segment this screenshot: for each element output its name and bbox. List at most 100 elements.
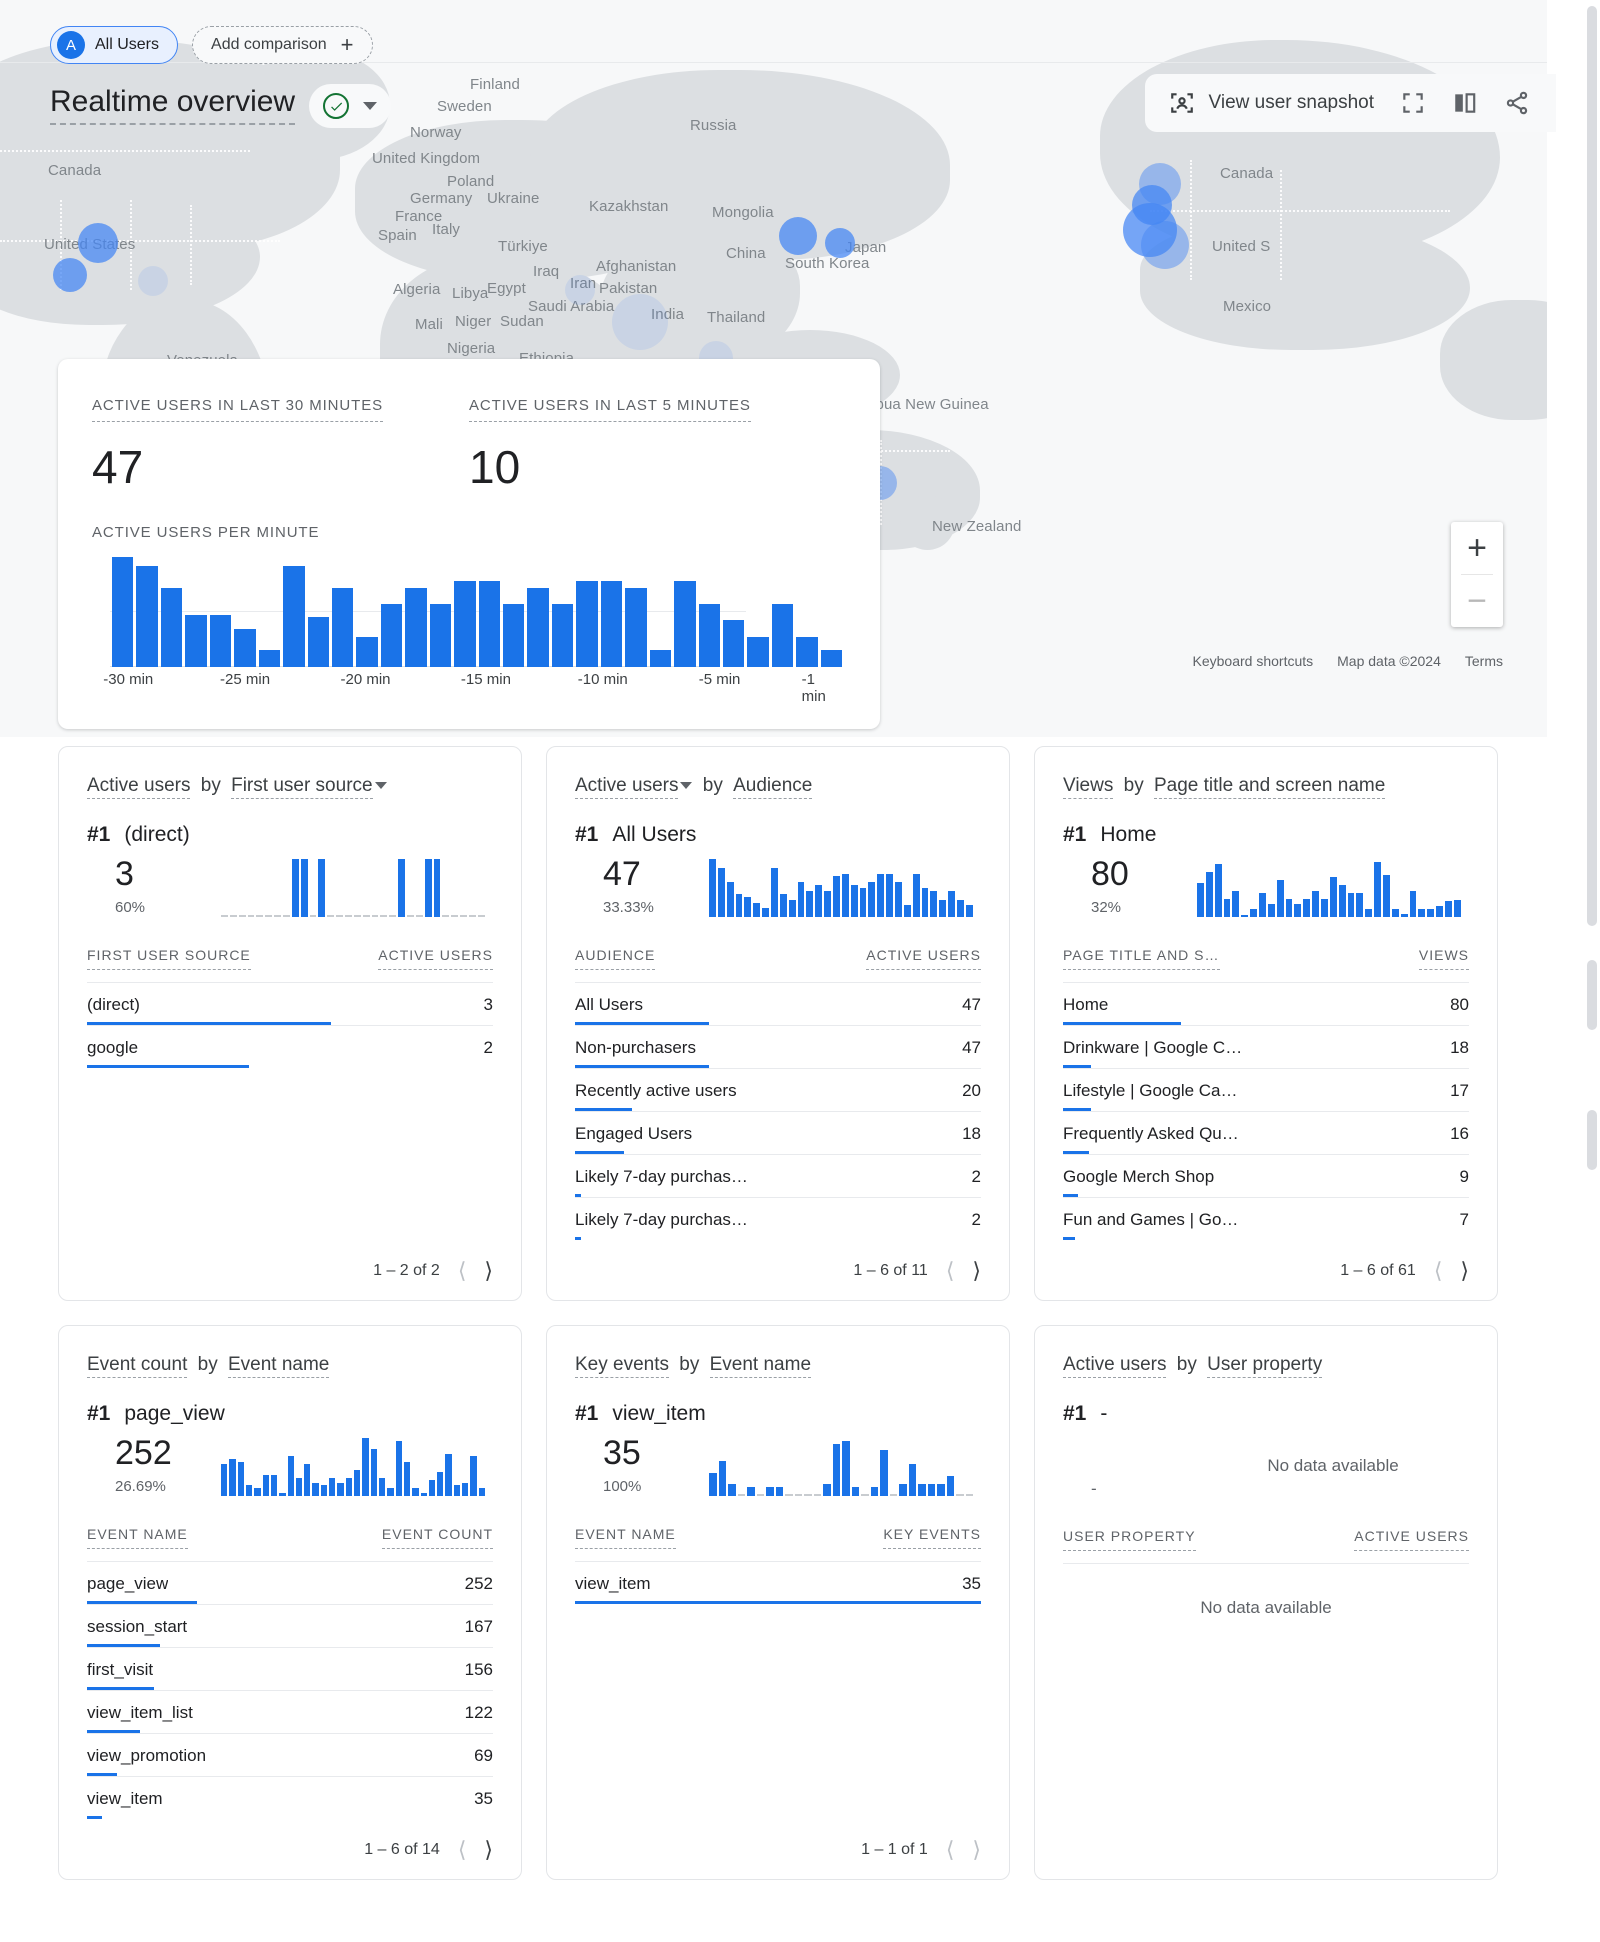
- card-dimension-selector[interactable]: User property: [1207, 1354, 1322, 1378]
- card-column-header-left[interactable]: EVENT NAME: [575, 1526, 676, 1549]
- page-scrollbar[interactable]: [1584, 0, 1600, 1942]
- table-row-bar-fill: [87, 1816, 102, 1819]
- card-column-header-left[interactable]: FIRST USER SOURCE: [87, 947, 251, 970]
- terms-link[interactable]: Terms: [1465, 653, 1503, 669]
- card-column-header-right[interactable]: ACTIVE USERS: [378, 947, 493, 970]
- card-metric-selector[interactable]: Active users: [87, 775, 190, 799]
- card-column-header-right[interactable]: ACTIVE USERS: [866, 947, 981, 970]
- table-row[interactable]: Home80: [1063, 982, 1469, 1025]
- compare-split-icon[interactable]: [1452, 90, 1478, 116]
- table-row[interactable]: Recently active users20: [575, 1068, 981, 1111]
- card-column-header-left[interactable]: USER PROPERTY: [1063, 1528, 1196, 1551]
- pagination-next-button[interactable]: ⟩: [1460, 1260, 1469, 1282]
- table-row-bar-track: [575, 1601, 981, 1604]
- table-row[interactable]: google2: [87, 1025, 493, 1068]
- pagination-next-button[interactable]: ⟩: [484, 1260, 493, 1282]
- table-row-label: google: [87, 1038, 138, 1058]
- map-label-mongolia: Mongolia: [712, 204, 774, 221]
- view-user-snapshot-button[interactable]: View user snapshot: [1169, 90, 1374, 116]
- sparkline-bar: [470, 1456, 476, 1496]
- table-row[interactable]: first_visit156: [87, 1647, 493, 1690]
- scrollbar-thumb-main[interactable]: [1587, 6, 1597, 926]
- pagination-next-button[interactable]: ⟩: [972, 1260, 981, 1282]
- table-row[interactable]: view_item35: [87, 1776, 493, 1819]
- card-metric-selector[interactable]: Active users: [1063, 1354, 1166, 1378]
- table-row[interactable]: Fun and Games | Go…7: [1063, 1197, 1469, 1240]
- pagination-prev-button[interactable]: ⟨: [458, 1260, 467, 1282]
- map-label-new-zealand: New Zealand: [932, 518, 1021, 535]
- table-row[interactable]: session_start167: [87, 1604, 493, 1647]
- chevron-down-icon[interactable]: [680, 782, 692, 789]
- sparkline-bar: [1454, 900, 1461, 917]
- card-dimension-selector[interactable]: Audience: [733, 775, 812, 799]
- card-metric-selector[interactable]: Event count: [87, 1354, 187, 1378]
- map-zoom-controls[interactable]: + −: [1451, 522, 1503, 627]
- keyboard-shortcuts-link[interactable]: Keyboard shortcuts: [1193, 653, 1314, 669]
- pagination-next-button[interactable]: ⟩: [484, 1839, 493, 1861]
- realtime-status-pill[interactable]: [309, 84, 391, 128]
- table-row[interactable]: Frequently Asked Qu…16: [1063, 1111, 1469, 1154]
- pagination-prev-button[interactable]: ⟨: [946, 1260, 955, 1282]
- card-metric-selector[interactable]: Key events: [575, 1354, 669, 1378]
- card-sparkline: [1197, 857, 1461, 917]
- table-row-label: (direct): [87, 995, 140, 1015]
- card-column-header-left[interactable]: PAGE TITLE AND S…: [1063, 947, 1220, 970]
- share-icon[interactable]: [1504, 90, 1530, 116]
- card-metric-selector[interactable]: Active users: [575, 775, 678, 799]
- table-row[interactable]: Google Merch Shop9: [1063, 1154, 1469, 1197]
- table-row[interactable]: Non-purchasers47: [575, 1025, 981, 1068]
- table-row[interactable]: view_item35: [575, 1561, 981, 1604]
- table-row-label: Fun and Games | Go…: [1063, 1210, 1238, 1230]
- pagination-prev-button[interactable]: ⟨: [946, 1839, 955, 1861]
- table-row-bar-track: [575, 1237, 981, 1240]
- card-column-header-left[interactable]: EVENT NAME: [87, 1526, 188, 1549]
- table-row[interactable]: Engaged Users18: [575, 1111, 981, 1154]
- fullscreen-icon[interactable]: [1400, 90, 1426, 116]
- table-row[interactable]: Lifestyle | Google Ca…17: [1063, 1068, 1469, 1111]
- table-row[interactable]: All Users47: [575, 982, 981, 1025]
- sparkline-bar: [966, 1494, 974, 1496]
- scrollbar-thumb-tertiary[interactable]: [1587, 1110, 1597, 1170]
- pagination-next-button[interactable]: ⟩: [972, 1839, 981, 1861]
- table-row[interactable]: view_item_list122: [87, 1690, 493, 1733]
- minute-bar: [430, 604, 451, 667]
- card-pagination: [1063, 1843, 1469, 1861]
- card-pagination: 1 – 6 of 61⟨⟩: [1063, 1242, 1469, 1282]
- pagination-prev-button[interactable]: ⟨: [1434, 1260, 1443, 1282]
- scrollbar-thumb-secondary[interactable]: [1587, 960, 1597, 1030]
- map-zoom-in-button[interactable]: +: [1451, 522, 1503, 574]
- add-comparison-button[interactable]: Add comparison +: [192, 26, 372, 64]
- table-row-inner: Non-purchasers47: [575, 1038, 981, 1068]
- card-dimension-selector[interactable]: First user source: [231, 775, 372, 799]
- card-column-header-left[interactable]: AUDIENCE: [575, 947, 655, 970]
- table-row[interactable]: Drinkware | Google C…18: [1063, 1025, 1469, 1068]
- chevron-down-icon[interactable]: [363, 102, 377, 110]
- card-dimension-selector[interactable]: Event name: [228, 1354, 329, 1378]
- table-row-inner: view_item35: [87, 1789, 493, 1819]
- card-column-header-right[interactable]: EVENT COUNT: [382, 1526, 493, 1549]
- all-users-segment-chip[interactable]: A All Users: [50, 26, 178, 64]
- card-pagination: 1 – 2 of 2⟨⟩: [87, 1242, 493, 1282]
- table-row[interactable]: view_promotion69: [87, 1733, 493, 1776]
- active-users-5min-value: 10: [469, 444, 846, 490]
- sparkline-bar: [389, 915, 396, 917]
- chevron-down-icon[interactable]: [375, 782, 387, 789]
- pagination-prev-button[interactable]: ⟨: [458, 1839, 467, 1861]
- card-dimension-selector[interactable]: Event name: [710, 1354, 811, 1378]
- sparkline-bar: [909, 1464, 917, 1496]
- card-column-header-right[interactable]: KEY EVENTS: [883, 1526, 981, 1549]
- card-percentage: 100%: [603, 1478, 695, 1495]
- card-rank-row: #1(direct): [87, 823, 493, 847]
- card-column-header-right[interactable]: ACTIVE USERS: [1354, 1528, 1469, 1551]
- card-dimension-selector[interactable]: Page title and screen name: [1154, 775, 1385, 799]
- table-row[interactable]: (direct)3: [87, 982, 493, 1025]
- table-row[interactable]: page_view252: [87, 1561, 493, 1604]
- card-rows: (direct)3google2: [87, 982, 493, 1068]
- map-zoom-out-button[interactable]: −: [1451, 575, 1503, 627]
- card-metric-selector[interactable]: Views: [1063, 775, 1113, 799]
- table-row[interactable]: Likely 7-day purchas…2: [575, 1154, 981, 1197]
- card-column-header-right[interactable]: VIEWS: [1419, 947, 1469, 970]
- sparkline-bar: [434, 859, 441, 917]
- table-row[interactable]: Likely 7-day purchas…2: [575, 1197, 981, 1240]
- check-circle-icon: [323, 93, 349, 119]
